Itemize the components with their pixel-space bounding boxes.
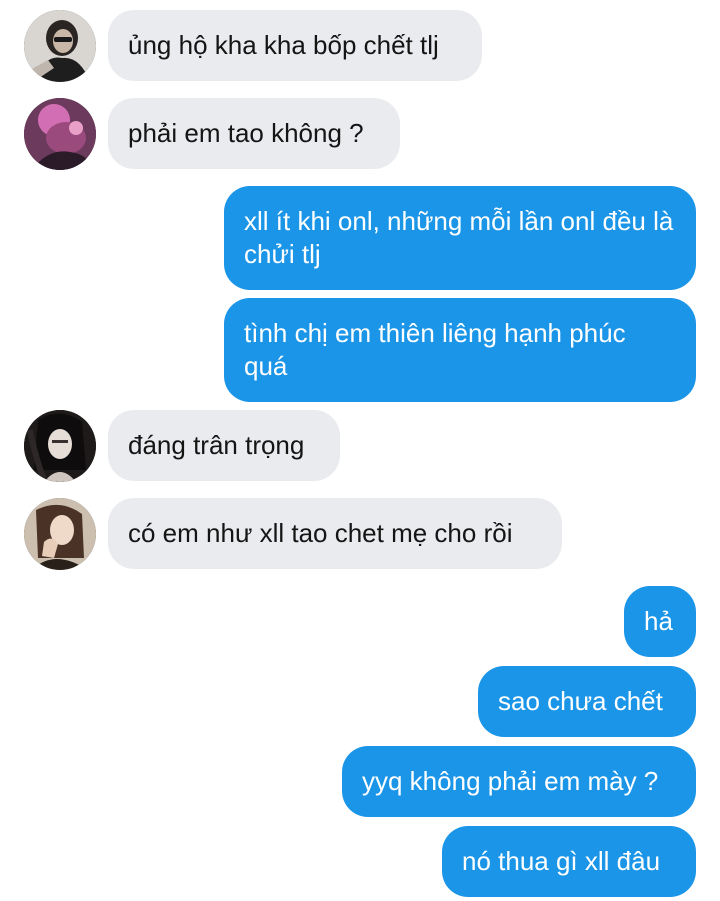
avatar-2-image (24, 98, 96, 170)
message-bubble-outgoing[interactable]: hả (624, 586, 696, 657)
message-text: hả (644, 606, 673, 636)
message-text: tình chị em thiên liêng hạnh phúc quá (244, 318, 626, 381)
message-bubble-outgoing[interactable]: sao chưa chết (478, 666, 696, 737)
sender-avatar[interactable] (24, 410, 96, 482)
sender-avatar[interactable] (24, 10, 96, 82)
sender-avatar[interactable] (24, 98, 96, 170)
message-text: xll ít khi onl, những mỗi lần onl đều là… (244, 206, 674, 269)
message-bubble-outgoing[interactable]: tình chị em thiên liêng hạnh phúc quá (224, 298, 696, 402)
message-bubble-outgoing[interactable]: yyq không phải em mày ? (342, 746, 696, 817)
message-text: có em như xll tao chet mẹ cho rồi (128, 518, 513, 548)
message-bubble-incoming[interactable]: ủng hộ kha kha bốp chết tlj (108, 10, 482, 81)
message-text: yyq không phải em mày ? (362, 766, 659, 796)
message-bubble-incoming[interactable]: đáng trân trọng (108, 410, 340, 481)
message-text: sao chưa chết (498, 686, 663, 716)
message-bubble-incoming[interactable]: có em như xll tao chet mẹ cho rồi (108, 498, 562, 569)
avatar-3-image (24, 410, 96, 482)
avatar-1-image (24, 10, 96, 82)
message-text: đáng trân trọng (128, 430, 305, 460)
avatar-4-image (24, 498, 96, 570)
message-bubble-incoming[interactable]: phải em tao không ? (108, 98, 400, 169)
message-bubble-outgoing[interactable]: nó thua gì xll đâu (442, 826, 696, 897)
message-text: phải em tao không ? (128, 118, 364, 148)
sender-avatar[interactable] (24, 498, 96, 570)
message-bubble-outgoing[interactable]: xll ít khi onl, những mỗi lần onl đều là… (224, 186, 696, 290)
message-text: nó thua gì xll đâu (462, 846, 661, 876)
message-text: ủng hộ kha kha bốp chết tlj (128, 30, 439, 60)
